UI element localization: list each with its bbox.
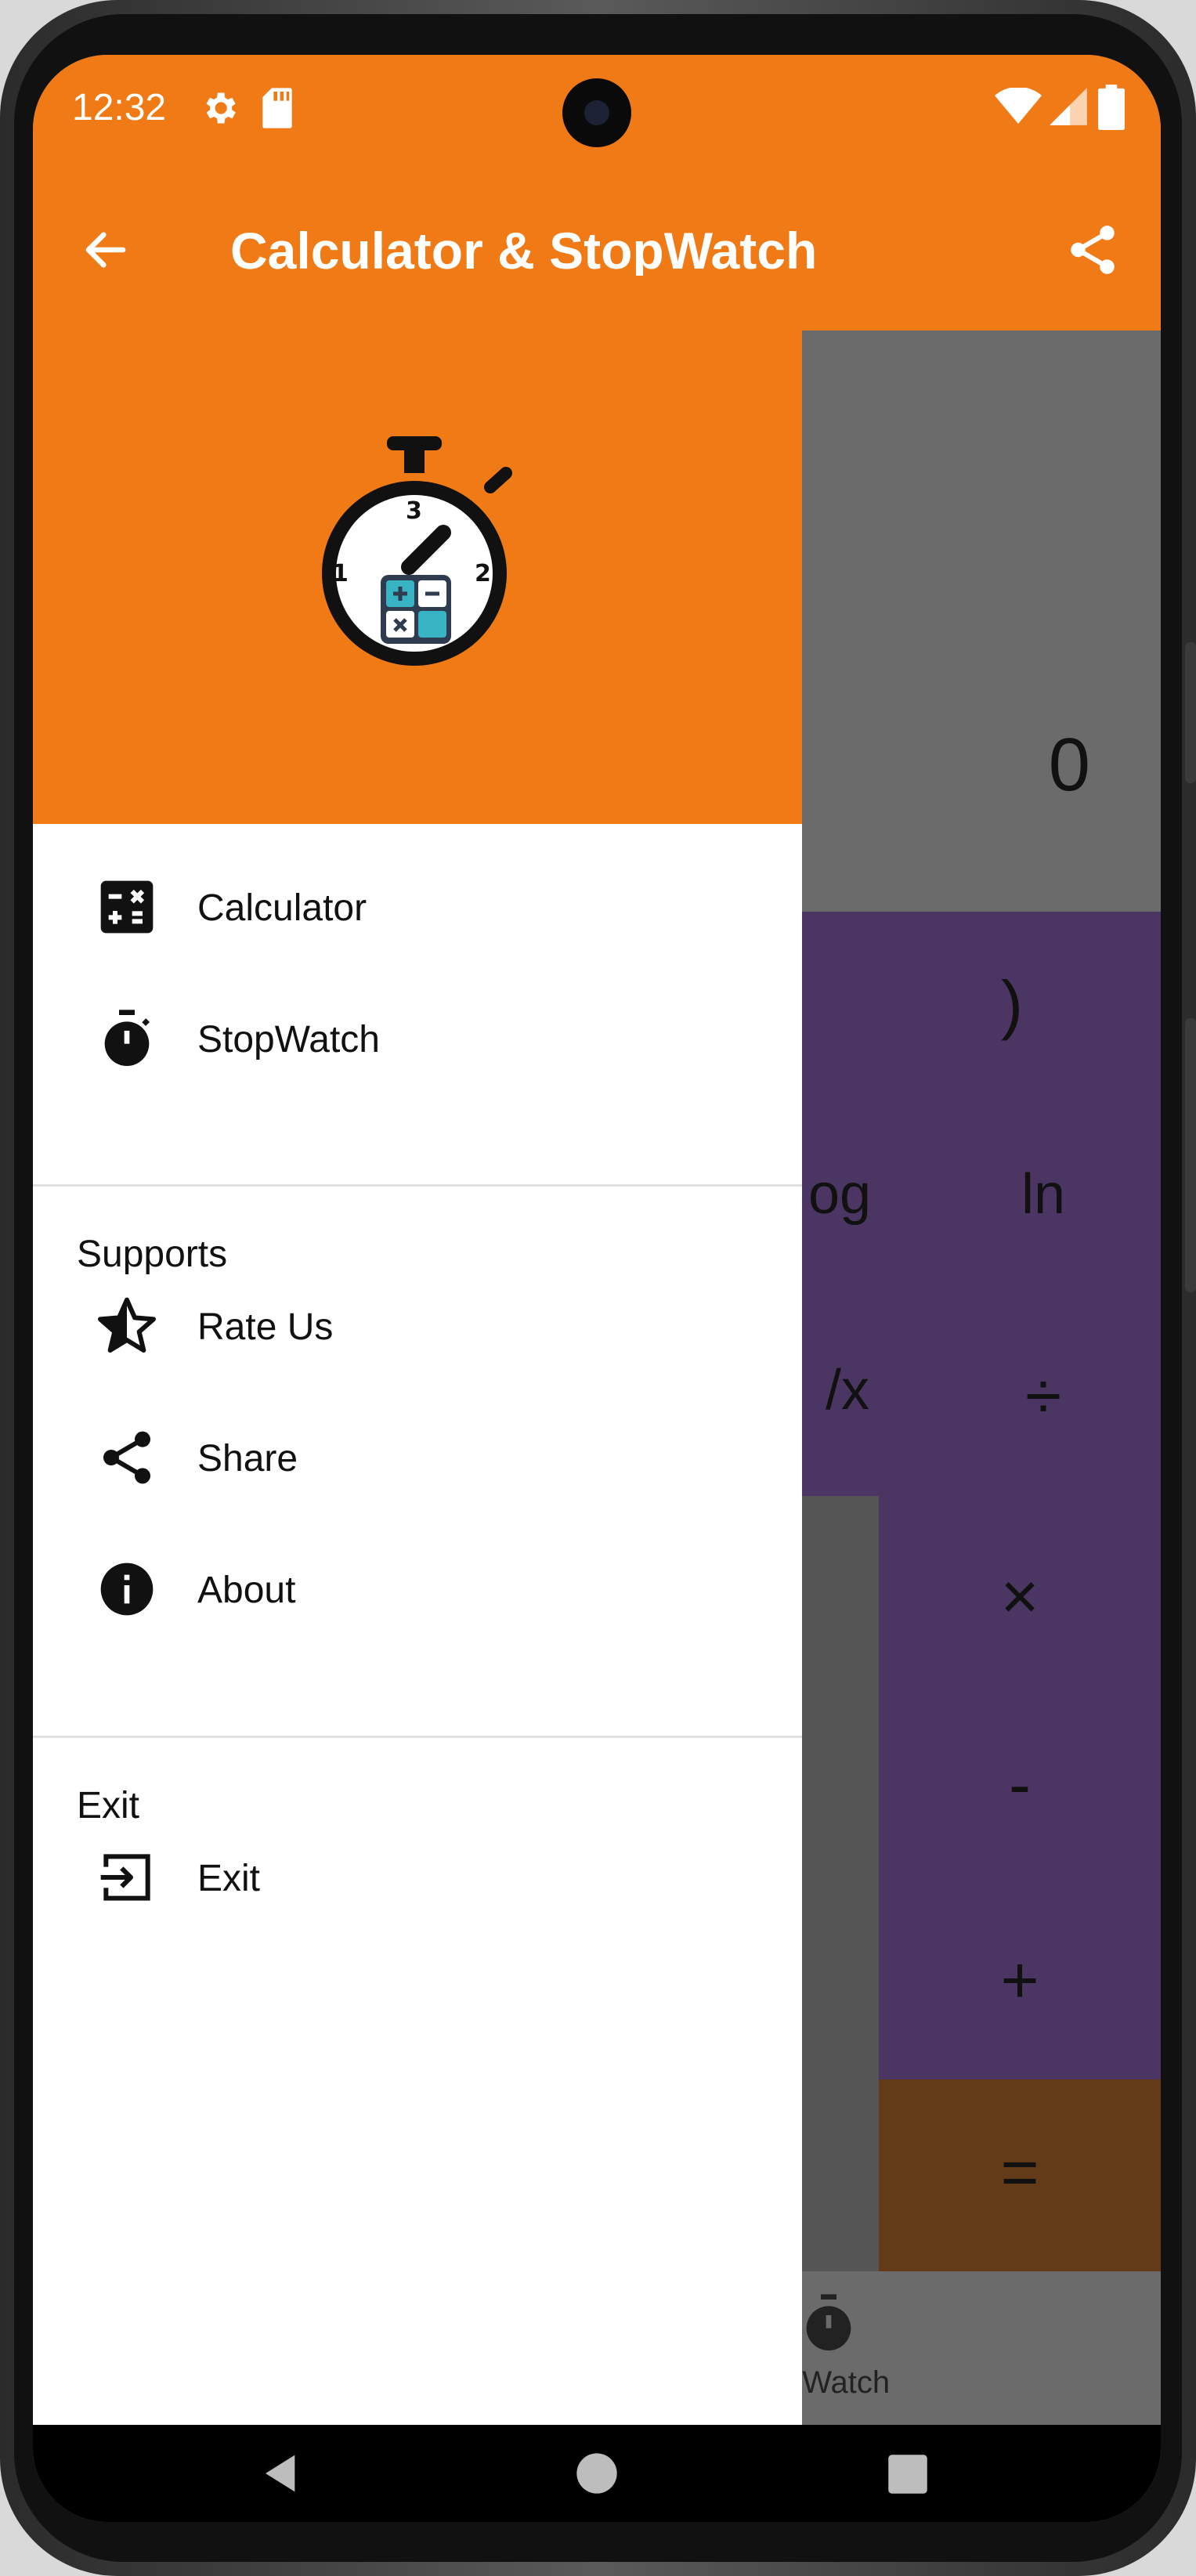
drawer-header: 3 1 2 bbox=[33, 276, 802, 824]
front-camera bbox=[562, 78, 631, 147]
drawer-item-label: StopWatch bbox=[197, 1019, 380, 1060]
page-title: Calculator & StopWatch bbox=[230, 222, 818, 280]
calculator-icon bbox=[100, 880, 154, 934]
screen: 12:32 Calculator & StopWatch 0) og ln /… bbox=[33, 55, 1161, 2522]
key-inverse[interactable]: /x bbox=[800, 1358, 894, 1422]
key-subtract[interactable]: - bbox=[981, 1747, 1059, 1823]
key-close-paren[interactable]: ) bbox=[973, 966, 1051, 1042]
drawer-item-stopwatch[interactable]: StopWatch bbox=[33, 973, 802, 1104]
key-ln[interactable]: ln bbox=[996, 1162, 1090, 1227]
key-multiply[interactable]: × bbox=[981, 1559, 1059, 1635]
wifi-icon bbox=[995, 88, 1042, 124]
nav-home-icon[interactable] bbox=[575, 2451, 619, 2495]
drawer-item-label: Share bbox=[197, 1438, 298, 1479]
svg-text:1: 1 bbox=[332, 560, 349, 587]
operator-keypad: × - + bbox=[879, 1496, 1161, 2079]
app-logo-icon: 3 1 2 bbox=[322, 436, 512, 666]
key-equals: = bbox=[1000, 2135, 1039, 2209]
display-value: 0 bbox=[1048, 723, 1090, 807]
nav-recents-icon[interactable] bbox=[887, 2453, 929, 2495]
status-bar: 12:32 bbox=[33, 55, 1161, 164]
drawer-item-calculator[interactable]: Calculator bbox=[33, 841, 802, 973]
equals-key[interactable]: = bbox=[879, 2079, 1161, 2271]
signal-icon bbox=[1050, 88, 1087, 125]
sd-card-icon bbox=[262, 88, 292, 128]
drawer-item-label: Rate Us bbox=[197, 1306, 334, 1348]
svg-text:2: 2 bbox=[475, 560, 491, 587]
info-icon bbox=[100, 1563, 154, 1616]
phone-frame: 12:32 Calculator & StopWatch 0) og ln /… bbox=[0, 0, 1196, 2576]
drawer-divider bbox=[33, 1184, 802, 1187]
drawer-item-exit[interactable]: Exit bbox=[33, 1812, 802, 1943]
exit-icon bbox=[100, 1854, 150, 1901]
svg-text:3: 3 bbox=[406, 497, 422, 525]
system-navigation-bar bbox=[33, 2425, 1161, 2522]
star-half-icon bbox=[98, 1297, 156, 1353]
navigation-drawer: 3 1 2 Calculator StopWatch Supports Rate… bbox=[33, 276, 802, 2425]
key-log[interactable]: og bbox=[793, 1162, 887, 1227]
drawer-divider bbox=[33, 1736, 802, 1738]
drawer-item-share[interactable]: Share bbox=[33, 1392, 802, 1523]
drawer-item-rate-us[interactable]: Rate Us bbox=[33, 1260, 802, 1392]
drawer-item-about[interactable]: About bbox=[33, 1523, 802, 1655]
nav-back-icon[interactable] bbox=[260, 2451, 304, 2495]
volume-button bbox=[1185, 642, 1196, 783]
status-time: 12:32 bbox=[72, 87, 167, 128]
share-icon[interactable] bbox=[1064, 221, 1122, 279]
key-divide[interactable]: ÷ bbox=[1004, 1358, 1082, 1434]
timer-icon bbox=[104, 1010, 150, 1066]
drawer-item-label: Exit bbox=[197, 1858, 261, 1899]
power-button bbox=[1185, 1018, 1196, 1292]
settings-icon bbox=[206, 92, 236, 124]
drawer-item-label: Calculator bbox=[197, 887, 367, 929]
back-arrow-icon[interactable] bbox=[80, 224, 132, 276]
drawer-item-label: About bbox=[197, 1570, 296, 1611]
stopwatch-tab-icon[interactable] bbox=[797, 2292, 860, 2354]
share-icon bbox=[103, 1431, 150, 1484]
key-add[interactable]: + bbox=[981, 1942, 1059, 2018]
battery-icon bbox=[1098, 85, 1125, 130]
